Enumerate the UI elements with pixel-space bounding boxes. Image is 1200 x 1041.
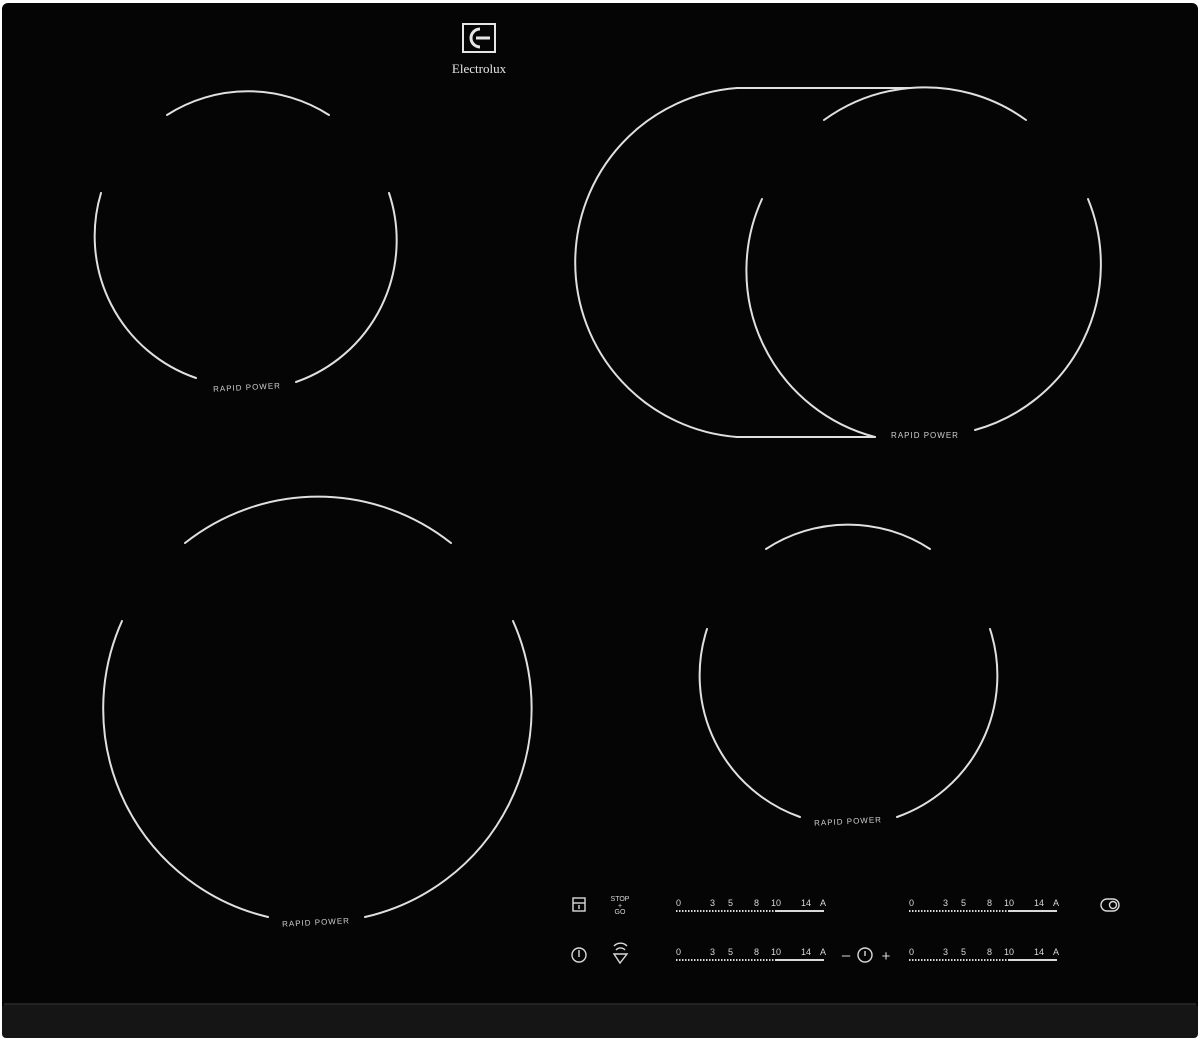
slider-tick-label: A [1053,947,1059,957]
slider-tick-label: 3 [943,947,948,957]
slider-tick-label: 0 [909,947,914,957]
slider-tick-label: 0 [676,898,681,908]
slider-tick-label: 5 [961,898,966,908]
slider-tick-label: 10 [771,898,781,908]
stop-go-line3: GO [615,909,626,916]
cooktop-glass-panel: Electrolux RAPID POWER RAPID POWER RAPID… [2,3,1198,1038]
slider-tick-label: 5 [961,947,966,957]
slider-tick-label: 8 [987,898,992,908]
slider-tick-label: 14 [801,898,811,908]
slider-tick-label: 3 [710,898,715,908]
slider-tick-label: 10 [1004,947,1014,957]
slider-tick-label: A [820,898,826,908]
slider-tick-label: 10 [771,947,781,957]
zone-label-top-right: RAPID POWER [891,431,959,440]
timer-minus-button[interactable]: – [842,947,851,964]
stop-go-line1: STOP [611,896,630,903]
brand-name: Electrolux [452,61,507,76]
slider-tick-label: 5 [728,898,733,908]
slider-tick-label: 14 [1034,947,1044,957]
slider-tick-label: 5 [728,947,733,957]
slider-tick-label: 8 [754,947,759,957]
slider-tick-label: 14 [1034,898,1044,908]
slider-tick-label: A [1053,898,1059,908]
timer-plus-button[interactable]: + [882,948,891,965]
slider-tick-label: 14 [801,947,811,957]
front-bevel [2,1004,1198,1038]
slider-tick-label: A [820,947,826,957]
slider-tick-label: 0 [676,947,681,957]
slider-tick-label: 0 [909,898,914,908]
slider-tick-label: 8 [987,947,992,957]
slider-tick-label: 3 [943,898,948,908]
slider-tick-label: 10 [1004,898,1014,908]
slider-tick-label: 8 [754,898,759,908]
slider-tick-label: 3 [710,947,715,957]
glass-surface [2,3,1198,1038]
